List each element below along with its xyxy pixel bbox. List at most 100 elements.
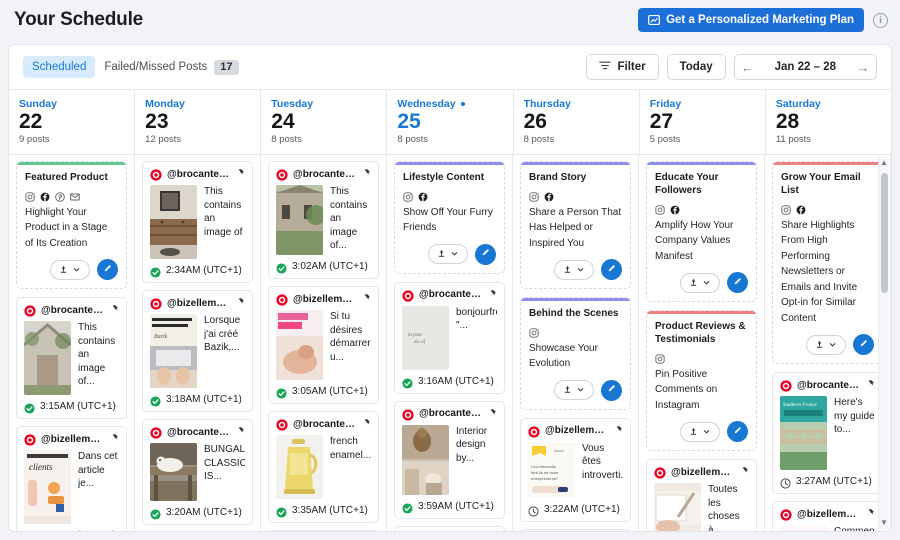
idea-network-icons — [655, 202, 748, 215]
scheduled-post-card[interactable]: @brocantemajo... BUNGALOW CLASSIC IS... 3:… — [142, 419, 253, 526]
chevron-down-icon — [702, 274, 711, 292]
upload-dropdown-button[interactable] — [50, 259, 90, 280]
idea-body: Brand Story Share a Person That Has Helpe… — [521, 165, 630, 252]
compose-pencil-button[interactable] — [97, 259, 118, 281]
day-number: 27 — [649, 110, 674, 133]
content-idea-card[interactable]: Brand Story Share a Person That Has Helpe… — [520, 161, 631, 290]
scheduled-post-card[interactable]: @brocantemajo... Interior design by... 3:5… — [394, 400, 505, 519]
idea-title: Grow Your Email List — [781, 171, 861, 196]
post-time: 3:15AM (UTC+1) — [40, 401, 116, 413]
tab-failed-missed-label: Failed/Missed Posts — [104, 61, 208, 73]
post-header: @bizellemarketi... — [276, 293, 371, 306]
header-actions: Get a Personalized Marketing Plan i — [638, 8, 888, 32]
content-idea-card[interactable]: Educate Your Followers Amplify How Your C… — [646, 161, 757, 303]
scheduled-post-card[interactable]: @bizellemarketi... Les introvertisfont-il… — [520, 417, 631, 522]
scheduled-post-card[interactable]: @bizellemarketi... Si tu désires démarrer… — [268, 286, 379, 405]
scheduled-post-card[interactable]: @brocantemajolie This contains an image o… — [16, 297, 127, 420]
content-idea-card[interactable]: Grow Your Email List Share Highlights Fro… — [772, 161, 883, 365]
content-idea-card[interactable]: Featured Product Highlight Your Product i… — [16, 161, 127, 290]
marketing-plan-button[interactable]: Get a Personalized Marketing Plan — [638, 8, 864, 32]
arrow-left-icon[interactable]: ← — [735, 55, 761, 79]
compose-pencil-button[interactable] — [727, 421, 748, 443]
day-name-label: Friday — [649, 98, 682, 110]
vertical-scrollbar[interactable]: ▲ ▼ — [878, 157, 889, 529]
upload-icon — [59, 261, 68, 279]
upload-dropdown-button[interactable] — [428, 244, 468, 265]
post-text: french enamel... — [330, 436, 371, 461]
post-text: Lorsque j'ai créé Bazik,... — [204, 315, 241, 354]
day-post-count: 8 posts — [397, 134, 429, 146]
tab-scheduled[interactable]: Scheduled — [23, 56, 96, 78]
post-thumbnail: la peur du vif — [402, 305, 449, 370]
tab-failed-missed[interactable]: Failed/Missed Posts 17 — [95, 55, 247, 80]
post-body: Interior design by... — [402, 424, 497, 495]
scheduled-post-card[interactable]: @brocantemajo... — [268, 530, 379, 531]
day-name: Saturday — [776, 98, 881, 110]
date-range-label[interactable]: Jan 22 – 28 — [761, 61, 850, 73]
day-column-wednesday: Lifestyle Content Show Off Your Furry Fri… — [387, 155, 513, 531]
date-range-control: ← Jan 22 – 28 → — [733, 54, 877, 80]
pin-icon — [865, 508, 875, 520]
post-account-name: @bizellemarketi... — [167, 297, 230, 309]
today-button[interactable]: Today — [666, 54, 726, 80]
scheduled-post-card[interactable]: @brocantemajo...Lucia Silvestri, th... — [520, 528, 631, 531]
pinterest-badge-icon — [24, 304, 36, 317]
idea-title: Product Reviews & Testimonials — [655, 320, 746, 345]
facebook-icon — [796, 202, 806, 214]
scrollbar-track[interactable] — [879, 169, 889, 517]
day-post-count: 5 posts — [649, 134, 681, 146]
info-circle-icon[interactable]: i — [873, 12, 888, 28]
scheduled-post-card[interactable]: @brocantemajo... la peur du vif bonjourfren… — [394, 281, 505, 394]
idea-body: Educate Your Followers Amplify How Your C… — [647, 165, 756, 265]
scheduled-post-card[interactable]: @brocantemajo... This contains an image o… — [142, 161, 253, 284]
post-body: BIEN ORGANISERSON MOIS EN12 ET APRESTout… — [654, 483, 749, 531]
scheduled-post-card[interactable]: @bizellemarketi... Bazik Lorsque j'ai créé… — [142, 290, 253, 413]
content-idea-card[interactable]: Behind the Scenes Showcase Your Evolution — [520, 297, 631, 410]
upload-dropdown-button[interactable] — [554, 380, 594, 401]
chevron-up-icon[interactable]: ▲ — [880, 157, 888, 169]
day-name-label: Tuesday — [271, 98, 314, 110]
upload-dropdown-button[interactable] — [554, 259, 594, 280]
scrollbar-thumb[interactable] — [881, 173, 888, 294]
post-time: 3:05AM (UTC+1) — [292, 386, 368, 398]
scheduled-post-card[interactable]: @brocantemajo... Southern France Here's my… — [772, 372, 883, 495]
idea-title: Educate Your Followers — [655, 171, 719, 196]
post-account-name: @bizellemarketi... — [293, 293, 356, 305]
upload-dropdown-button[interactable] — [680, 272, 720, 293]
post-text: This contains an image of — [204, 186, 243, 238]
compose-pencil-button[interactable] — [727, 272, 748, 294]
content-idea-card[interactable]: Product Reviews & Testimonials Pin Positi… — [646, 310, 757, 452]
upload-dropdown-button[interactable] — [806, 334, 846, 355]
upload-dropdown-button[interactable] — [680, 421, 720, 442]
arrow-right-icon[interactable]: → — [850, 55, 876, 79]
content-idea-card[interactable]: Lifestyle Content Show Off Your Furry Fri… — [394, 161, 505, 274]
scheduled-post-card[interactable]: @bizellemarketi... BIEN ORGANISERSON MOIS… — [646, 459, 757, 531]
idea-network-icons — [529, 325, 622, 338]
published-check-icon — [276, 505, 287, 518]
compose-pencil-button[interactable] — [601, 259, 622, 281]
post-header: @brocantemajo... — [150, 168, 245, 181]
published-check-icon — [24, 401, 35, 414]
scheduled-post-card[interactable]: @brocantemajo... This contains an image o… — [268, 161, 379, 280]
chevron-down-icon[interactable]: ▼ — [880, 517, 888, 529]
scheduled-post-card[interactable]: @brocantemajo... french enamel... 3:35AM (… — [268, 411, 379, 524]
compose-pencil-button[interactable] — [601, 379, 622, 401]
day-header-tuesday: Tuesday 24 8 posts — [261, 90, 388, 155]
scheduled-post-card[interactable]: @bizellemarketi... clients Dans cet articl… — [16, 426, 127, 531]
scheduled-post-card[interactable]: @bizellemarketi... COMMENTDONNER ENVIEd’a… — [772, 501, 883, 531]
filter-button[interactable]: Filter — [586, 54, 659, 80]
idea-network-icons — [25, 189, 118, 202]
day-column-thursday: Brand Story Share a Person That Has Helpe… — [513, 155, 639, 531]
upload-icon — [815, 336, 824, 354]
day-name-label: Monday — [145, 98, 185, 110]
post-time: 3:59AM (UTC+1) — [418, 500, 494, 512]
day-post-count: 8 posts — [523, 134, 555, 146]
scheduled-post-card[interactable]: @bizellemarketi...RéseauxPour gagner en … — [394, 525, 505, 531]
tab-scheduled-label: Scheduled — [32, 61, 87, 73]
day-number: 24 — [271, 110, 295, 133]
day-column-sunday: Featured Product Highlight Your Product i… — [9, 155, 135, 531]
compose-pencil-button[interactable] — [475, 243, 496, 265]
idea-description: Share Highlights From High Performing Ne… — [781, 219, 858, 324]
compose-pencil-button[interactable] — [853, 334, 874, 356]
email-icon — [70, 189, 80, 201]
